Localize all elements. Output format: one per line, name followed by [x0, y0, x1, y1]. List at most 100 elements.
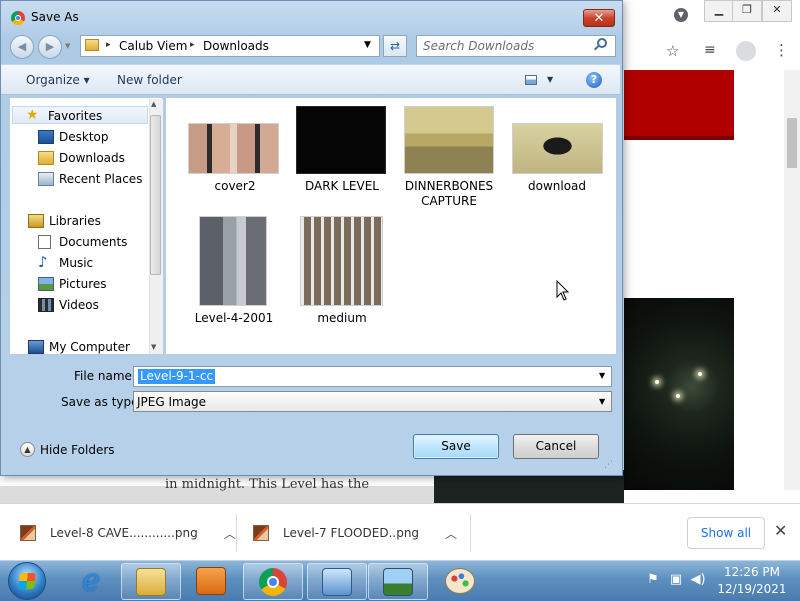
- media-control-icon[interactable]: ≡: [704, 42, 716, 58]
- show-all-button[interactable]: Show all: [687, 517, 765, 549]
- recent-locations-dropdown[interactable]: ▼: [65, 42, 70, 50]
- libraries-icon: [28, 214, 44, 228]
- nav-music[interactable]: Music: [59, 256, 93, 270]
- cancel-button[interactable]: Cancel: [513, 434, 599, 459]
- nav-videos[interactable]: Videos: [59, 298, 99, 312]
- nav-libraries[interactable]: Libraries: [49, 214, 101, 228]
- file-name-cover2[interactable]: cover2: [180, 179, 290, 194]
- view-dropdown-icon[interactable]: ▼: [547, 75, 553, 84]
- scroll-up-icon[interactable]: ▲: [151, 100, 156, 108]
- recent-places-icon: [38, 172, 54, 186]
- desktop-icon: [38, 130, 54, 144]
- profile-menu-icon[interactable]: ▼: [674, 8, 688, 22]
- forward-button[interactable]: ▶: [38, 35, 62, 59]
- chrome-icon: [11, 11, 25, 25]
- page-text-fragment: in midnight. This Level has the: [165, 477, 370, 492]
- bookmark-star-icon[interactable]: ☆: [666, 42, 679, 60]
- nav-documents[interactable]: Documents: [59, 235, 127, 249]
- file-name-download[interactable]: download: [502, 179, 612, 194]
- refresh-button[interactable]: ⇄: [383, 35, 407, 57]
- file-name-level-4-2001[interactable]: Level-4-2001: [179, 311, 289, 326]
- browser-menu-icon[interactable]: ⋮: [774, 41, 789, 59]
- close-icon[interactable]: ✕: [762, 0, 792, 22]
- clock-date[interactable]: 12/19/2021: [712, 582, 792, 596]
- restore-icon[interactable]: ❐: [732, 0, 762, 22]
- browser-title-strip: ▼ ▁ ❐ ✕: [624, 0, 800, 30]
- address-dropdown-icon[interactable]: ▼: [364, 40, 371, 50]
- file-thumbnail-cover2[interactable]: [188, 123, 279, 174]
- pictures-icon: [38, 277, 54, 291]
- hide-folders-button[interactable]: Hide Folders: [40, 443, 115, 457]
- file-name-value[interactable]: Level-9-1-cc: [138, 369, 216, 384]
- change-view-icon[interactable]: [525, 75, 537, 85]
- organize-button[interactable]: Organize ▾: [26, 73, 90, 87]
- nav-pane-scroll-thumb[interactable]: [150, 115, 161, 275]
- shelf-divider: [236, 514, 237, 552]
- file-name-dinnerbones-capture[interactable]: DINNERBONES CAPTURE: [394, 179, 504, 209]
- save-as-type-dropdown-icon[interactable]: ▼: [599, 397, 605, 406]
- downloads-folder-icon: [38, 151, 54, 165]
- image-file-icon: [253, 525, 269, 541]
- chrome-icon[interactable]: [243, 563, 303, 600]
- start-button[interactable]: [8, 562, 46, 600]
- file-thumbnail-download[interactable]: [512, 123, 603, 174]
- mouse-pointer-icon: [556, 280, 570, 301]
- file-thumbnail-level-4-2001[interactable]: [199, 216, 267, 306]
- nav-pictures[interactable]: Pictures: [59, 277, 107, 291]
- chevron-up-icon[interactable]: ︿: [445, 525, 457, 542]
- nav-downloads[interactable]: Downloads: [59, 151, 125, 165]
- scroll-down-icon[interactable]: ▼: [151, 343, 156, 351]
- dialog-titlebar[interactable]: [1, 1, 622, 33]
- new-folder-button[interactable]: New folder: [117, 73, 182, 87]
- profile-avatar-icon[interactable]: [736, 41, 756, 61]
- star-icon: ★: [26, 107, 39, 123]
- resize-grip-icon[interactable]: ⋰: [604, 460, 613, 470]
- breadcrumb-downloads[interactable]: Downloads: [203, 39, 269, 53]
- close-shelf-icon[interactable]: ✕: [774, 521, 787, 540]
- dialog-close-button[interactable]: ✕: [583, 9, 615, 27]
- download-item[interactable]: Level-8 CAVE............png ︿: [20, 518, 236, 548]
- volume-icon[interactable]: ◀): [690, 572, 706, 588]
- file-name-dropdown-icon[interactable]: ▼: [599, 371, 605, 380]
- breadcrumb-separator[interactable]: ▸: [106, 40, 111, 50]
- browser-toolbar: ☆ ≡ ⋮: [624, 34, 800, 70]
- file-name-medium[interactable]: medium: [287, 311, 397, 326]
- internet-explorer-icon[interactable]: e: [62, 563, 120, 598]
- breadcrumb-separator[interactable]: ▸: [190, 40, 195, 50]
- page-scrollbar-thumb[interactable]: [787, 118, 797, 168]
- picture-viewer-icon[interactable]: [368, 563, 428, 600]
- nav-recent-places[interactable]: Recent Places: [59, 172, 142, 186]
- control-panel-icon[interactable]: [307, 563, 367, 600]
- music-icon: ♪: [38, 253, 48, 271]
- file-name-label: File name:: [74, 369, 136, 383]
- nav-favorites[interactable]: Favorites: [48, 109, 102, 123]
- download-file-name[interactable]: Level-8 CAVE............png: [50, 526, 198, 540]
- nav-desktop[interactable]: Desktop: [59, 130, 109, 144]
- back-button[interactable]: ◀: [10, 35, 34, 59]
- action-center-icon[interactable]: ⚑: [645, 572, 661, 588]
- image-file-icon: [20, 525, 36, 541]
- nav-my-computer[interactable]: My Computer: [49, 340, 130, 354]
- network-icon[interactable]: ▣: [668, 572, 684, 588]
- file-name-dark-level[interactable]: DARK LEVEL: [287, 179, 397, 194]
- videos-icon: [38, 298, 54, 312]
- save-button[interactable]: Save: [413, 434, 499, 459]
- download-item[interactable]: Level-7 FLOODED..png ︿: [253, 518, 457, 548]
- download-file-name[interactable]: Level-7 FLOODED..png: [283, 526, 419, 540]
- media-player-icon[interactable]: [182, 563, 240, 598]
- help-button[interactable]: ?: [586, 72, 602, 88]
- file-thumbnail-dark-level[interactable]: [296, 106, 386, 174]
- collapse-icon[interactable]: ▲: [20, 442, 35, 457]
- file-thumbnail-medium[interactable]: [300, 216, 383, 306]
- paint-icon[interactable]: [431, 563, 489, 598]
- computer-icon: [28, 340, 44, 354]
- chevron-up-icon[interactable]: ︿: [224, 525, 236, 542]
- file-explorer-icon[interactable]: [121, 563, 181, 600]
- save-as-type-value[interactable]: JPEG Image: [137, 395, 206, 409]
- file-thumbnail-dinnerbones-capture[interactable]: [404, 106, 494, 174]
- search-icon[interactable]: [597, 38, 607, 48]
- minimize-icon[interactable]: ▁: [704, 0, 734, 22]
- clock-time[interactable]: 12:26 PM: [712, 565, 792, 579]
- breadcrumb-calub-viem[interactable]: Calub Viem: [119, 39, 187, 53]
- shelf-divider: [470, 514, 471, 552]
